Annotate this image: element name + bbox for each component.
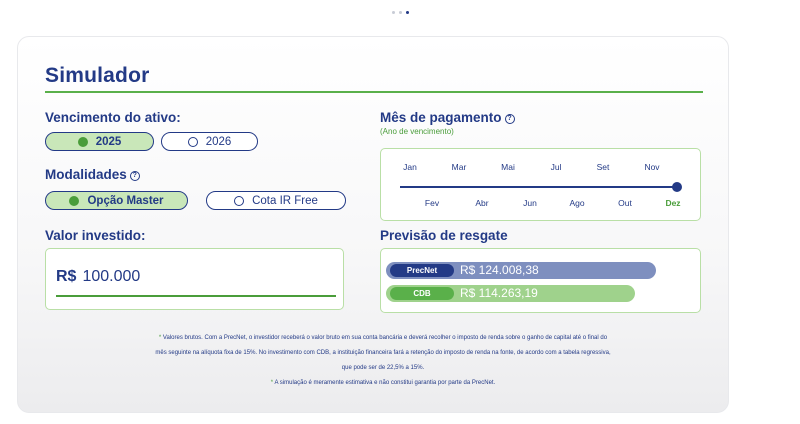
footnote-line: * A simulação é meramente estimativa e n…	[63, 380, 703, 386]
mes-pagamento-label: Mês de pagamento?	[380, 110, 515, 125]
footnote-line: mês seguinte na alíquota fixa de 15%. No…	[155, 350, 611, 356]
vencimento-option-2026[interactable]: 2026	[161, 132, 258, 151]
option-label: Cota IR Free	[252, 194, 318, 207]
month-label[interactable]: Jun	[523, 198, 537, 208]
footnote-marker: *	[270, 380, 274, 386]
month-label[interactable]: Out	[618, 198, 632, 208]
month-slider-track[interactable]	[400, 186, 677, 188]
footnote-line: que pode ser de 22,5% a 15%.	[341, 365, 425, 371]
vencimento-option-2025[interactable]: 2025	[45, 132, 154, 151]
month-label[interactable]: Jan	[403, 162, 417, 172]
month-label[interactable]: Jul	[551, 162, 562, 172]
month-label[interactable]: Set	[597, 162, 610, 172]
cdb-tag: CDB	[390, 287, 454, 300]
modalidades-label-text: Modalidades	[45, 167, 127, 182]
radio-unselected-icon	[187, 136, 198, 147]
help-icon[interactable]: ?	[129, 171, 140, 181]
precnet-result-bar: PrecNet R$ 124.008,38	[386, 262, 656, 279]
modalidade-option-cota-ir-free[interactable]: Cota IR Free	[206, 191, 346, 210]
mes-pagamento-label-text: Mês de pagamento	[380, 110, 502, 125]
simulator-title: Simulador	[45, 64, 150, 87]
footnote-text: A simulação é meramente estimativa e não…	[274, 380, 496, 386]
previsao-box: PrecNet R$ 124.008,38 CDB R$ 114.263,19	[380, 248, 701, 313]
modalidade-option-opcao-master[interactable]: Opção Master	[45, 191, 188, 210]
pagination-dot-active[interactable]	[405, 11, 409, 15]
footnote-line: * Valores brutos. Com a PrecNet, o inves…	[63, 335, 703, 341]
radio-selected-icon	[69, 195, 80, 206]
valor-display: R$ 100.000	[56, 268, 140, 286]
simulator-card: Simulador Vencimento do ativo: 2025 2026…	[17, 36, 729, 413]
option-label: 2025	[95, 135, 122, 148]
currency-symbol: R$	[56, 268, 77, 285]
valor-investido-label: Valor investido:	[45, 228, 146, 243]
radio-selected-icon	[77, 136, 88, 147]
month-slider-box: Jan Mar Mai Jul Set Nov Fev Abr Jun Ago …	[380, 148, 701, 221]
footnote-text: Valores brutos. Com a PrecNet, o investi…	[162, 335, 608, 341]
month-label[interactable]: Nov	[644, 162, 659, 172]
vencimento-label: Vencimento do ativo:	[45, 110, 181, 125]
month-label-selected[interactable]: Dez	[665, 198, 680, 208]
previsao-label: Previsão de resgate	[380, 228, 508, 243]
footnote-marker: *	[158, 335, 162, 341]
precnet-tag: PrecNet	[390, 264, 454, 277]
precnet-value: R$ 124.008,38	[460, 263, 539, 277]
valor-investido-field[interactable]: R$ 100.000	[45, 248, 344, 310]
radio-unselected-icon	[234, 195, 245, 206]
month-label[interactable]: Fev	[425, 198, 439, 208]
cdb-value: R$ 114.263,19	[460, 286, 538, 300]
carousel-pagination	[0, 4, 800, 15]
month-slider-thumb[interactable]	[672, 182, 682, 192]
modalidades-label: Modalidades?	[45, 167, 140, 182]
month-label[interactable]: Mar	[452, 162, 467, 172]
option-label: Opção Master	[87, 194, 164, 207]
month-label[interactable]: Mai	[501, 162, 515, 172]
help-icon[interactable]: ?	[504, 114, 515, 124]
cdb-result-bar: CDB R$ 114.263,19	[386, 285, 635, 302]
title-divider	[45, 91, 703, 93]
pagination-dot[interactable]	[391, 11, 395, 15]
valor-amount: 100.000	[82, 268, 141, 285]
mes-pagamento-subtitle: (Ano de vencimento)	[380, 127, 454, 136]
month-label[interactable]: Abr	[475, 198, 488, 208]
option-label: 2026	[205, 135, 232, 148]
pagination-dot[interactable]	[398, 11, 402, 15]
month-label[interactable]: Ago	[569, 198, 584, 208]
valor-underline	[56, 295, 336, 297]
